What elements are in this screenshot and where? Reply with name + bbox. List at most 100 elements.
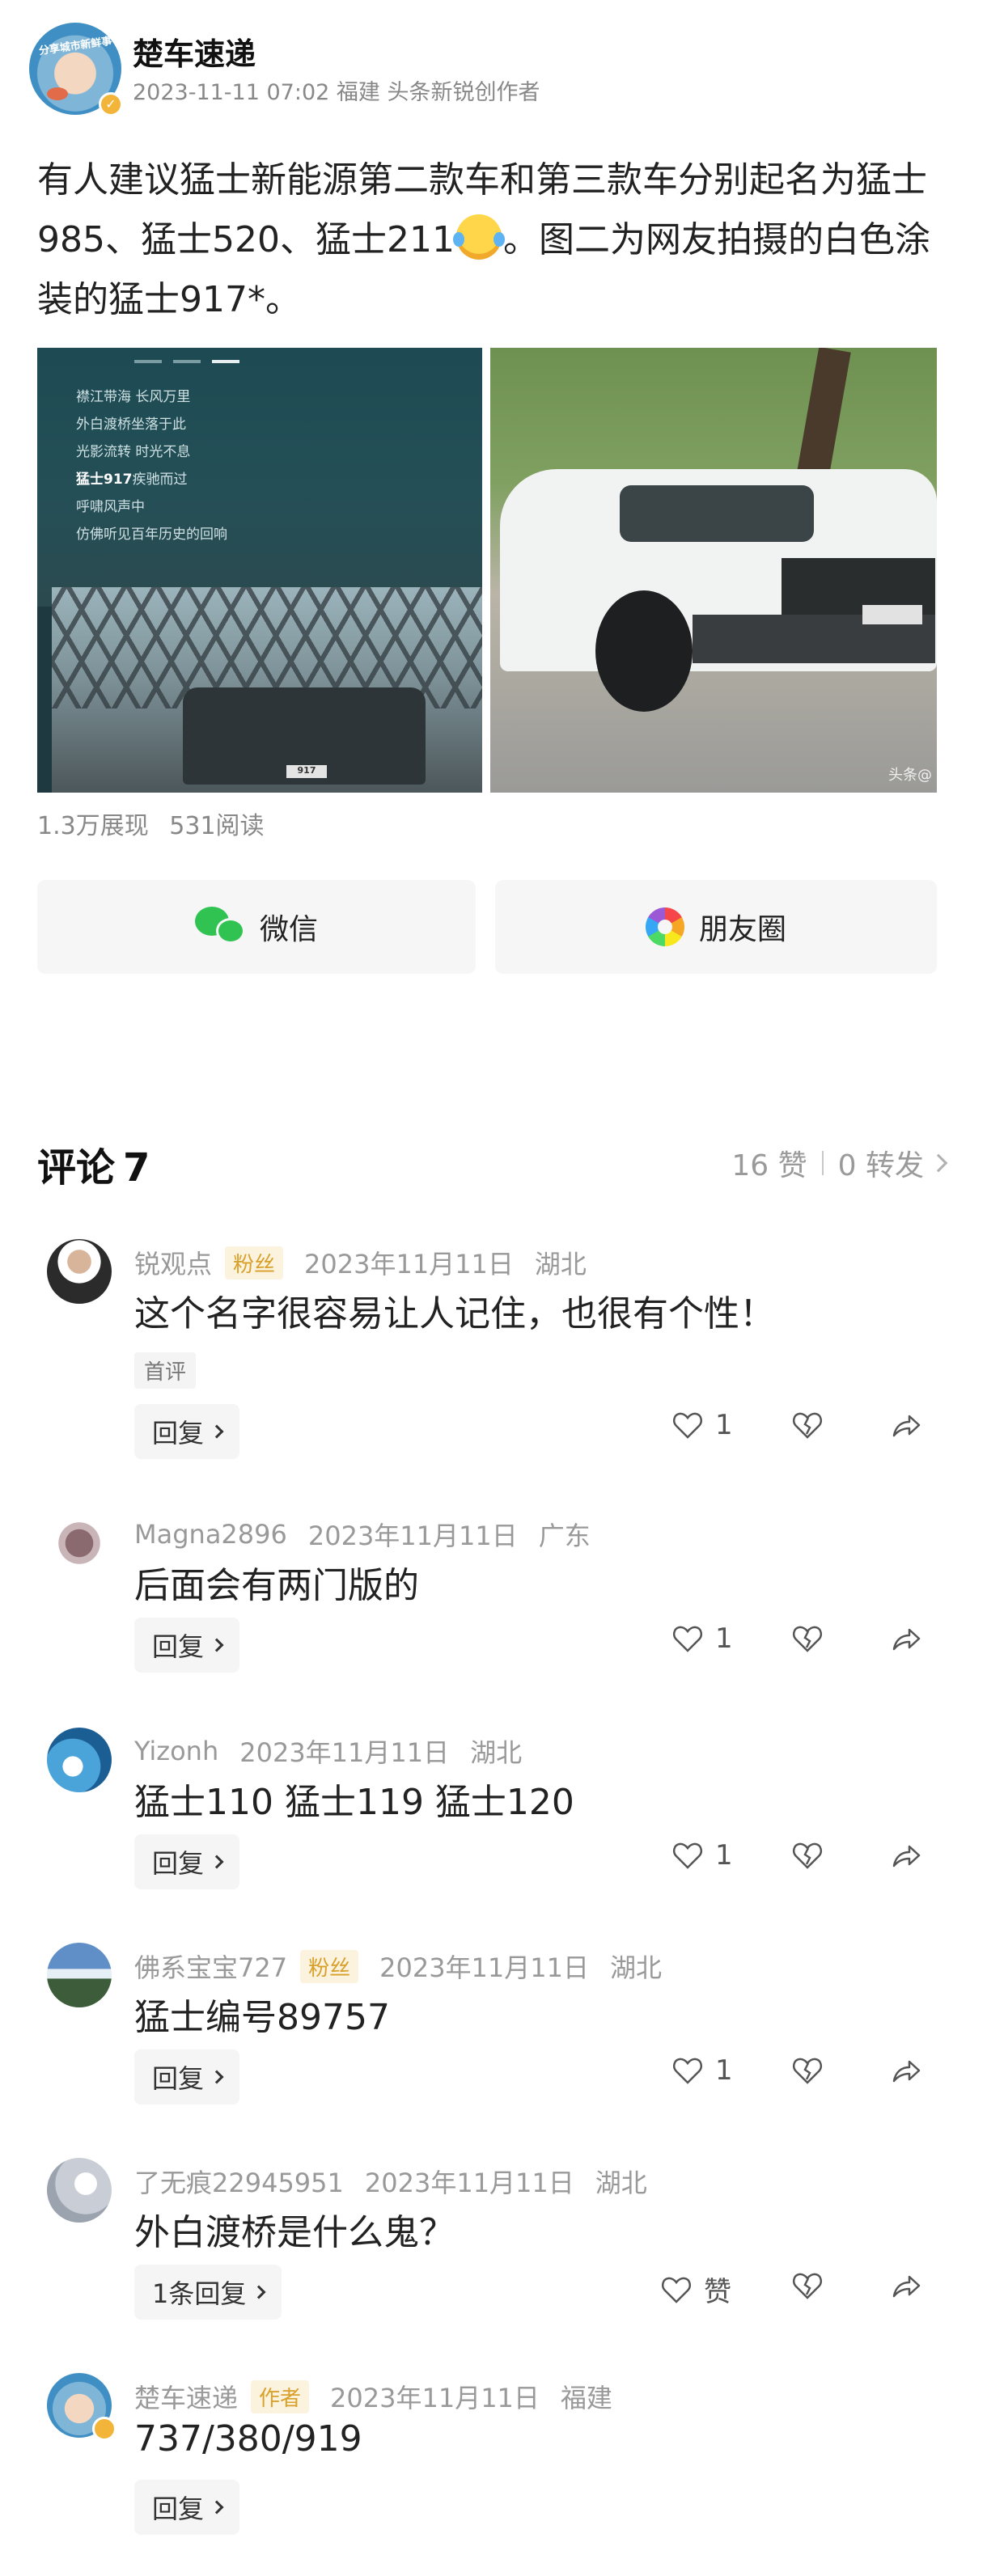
comment-username[interactable]: 楚车速递 bbox=[134, 2378, 238, 2415]
like-count: 1 bbox=[715, 2054, 733, 2087]
first-comment-tag: 首评 bbox=[134, 1352, 197, 1389]
share-icon[interactable] bbox=[890, 1622, 922, 1655]
stats-divider bbox=[821, 1151, 824, 1175]
comment-username[interactable]: Magna2896 bbox=[134, 1519, 287, 1550]
heart-icon bbox=[672, 1412, 703, 1439]
verified-badge-icon: ✓ bbox=[99, 92, 123, 116]
heart-icon bbox=[661, 2277, 692, 2303]
verified-badge-icon bbox=[92, 2417, 116, 2441]
heart-icon bbox=[672, 1842, 703, 1869]
reply-button[interactable]: 回复 bbox=[134, 1834, 240, 1889]
article-stats: 1.3万展现 531阅读 bbox=[37, 806, 277, 841]
article-image-1[interactable]: 襟江带海 长风万里 外白渡桥坐落于此 光影流转 时光不息 猛士917疾驰而过 呼… bbox=[37, 348, 482, 793]
comment-location: 湖北 bbox=[534, 1249, 587, 1280]
article-image-2[interactable]: 头条@ bbox=[490, 348, 937, 793]
chevron-right-icon bbox=[210, 2500, 224, 2515]
comment-username[interactable]: 了无痕22945951 bbox=[134, 2163, 344, 2200]
post-likes-count: 16 赞 bbox=[731, 1149, 807, 1182]
like-button[interactable]: 1 bbox=[671, 2054, 733, 2087]
broken-heart-icon[interactable] bbox=[791, 2269, 824, 2302]
comment-item: 了无痕22945951 2023年11月11日 湖北 外白渡桥是什么鬼？ 1条回… bbox=[0, 2158, 987, 2336]
comment-username[interactable]: 锐观点 bbox=[134, 1244, 212, 1281]
chevron-right-icon bbox=[252, 2285, 266, 2299]
comment-location: 福建 bbox=[560, 2383, 612, 2413]
poem-line: 光影流转 时光不息 bbox=[76, 444, 191, 460]
post-reposts-count: 0 转发 bbox=[837, 1149, 924, 1182]
reply-button[interactable]: 回复 bbox=[134, 1404, 240, 1459]
reply-label: 1条回复 bbox=[152, 2278, 247, 2309]
comment-date: 2023年11月11日 bbox=[364, 2168, 574, 2198]
avatar-ring-text: 分享城市新鲜事 bbox=[38, 35, 113, 58]
comment-meta: 楚车速递 作者 2023年11月11日 福建 bbox=[134, 2378, 612, 2415]
comment-actions: 赞 bbox=[661, 2269, 947, 2318]
broken-heart-icon[interactable] bbox=[791, 2054, 824, 2087]
reply-button[interactable]: 回复 bbox=[134, 2480, 240, 2535]
fan-badge: 粉丝 bbox=[225, 1246, 284, 1280]
comment-date: 2023年11月11日 bbox=[304, 1249, 514, 1280]
author-meta: 2023-11-11 07:02 福建 头条新锐创作者 bbox=[133, 80, 540, 105]
comment-item: 锐观点 粉丝 2023年11月11日 湖北 这个名字很容易让人记住，也很有个性！… bbox=[0, 1239, 987, 1482]
share-icon[interactable] bbox=[890, 1839, 922, 1872]
share-icon[interactable] bbox=[890, 1409, 922, 1441]
chevron-right-icon bbox=[210, 1638, 224, 1652]
reply-label: 回复 bbox=[152, 1848, 205, 1879]
poem-bold-suffix: 疾驰而过 bbox=[132, 472, 188, 488]
chevron-right-icon bbox=[210, 2070, 224, 2084]
comment-text: 猛士编号89757 bbox=[134, 1997, 390, 2038]
broken-heart-icon[interactable] bbox=[791, 1839, 824, 1872]
comment-date: 2023年11月11日 bbox=[379, 1952, 589, 1983]
comment-actions: 1 bbox=[671, 1409, 947, 1457]
comment-actions: 1 bbox=[671, 1622, 947, 1671]
heart-icon bbox=[672, 1626, 703, 1652]
reply-button[interactable]: 回复 bbox=[134, 1618, 240, 1673]
like-button[interactable]: 赞 bbox=[660, 2269, 731, 2309]
reply-button[interactable]: 回复 bbox=[134, 2049, 240, 2104]
comment-meta: 了无痕22945951 2023年11月11日 湖北 bbox=[134, 2163, 647, 2200]
reply-label: 回复 bbox=[152, 2494, 205, 2524]
reply-label: 回复 bbox=[152, 1631, 205, 1662]
comment-actions: 1 bbox=[671, 1839, 947, 1888]
share-moments-button[interactable]: 朋友圈 bbox=[495, 880, 937, 974]
like-button[interactable]: 1 bbox=[671, 1839, 733, 1872]
comment-meta: Yizonh 2023年11月11日 湖北 bbox=[134, 1732, 522, 1770]
comment-meta: 佛系宝宝727 粉丝 2023年11月11日 湖北 bbox=[134, 1948, 662, 1985]
avatar[interactable] bbox=[47, 1239, 112, 1304]
comments-title-label: 评论 bbox=[37, 1145, 116, 1191]
comment-text: 外白渡桥是什么鬼？ bbox=[134, 2212, 455, 2253]
comment-text: 后面会有两门版的 bbox=[134, 1565, 419, 1606]
suv-plate-graphic bbox=[862, 605, 922, 624]
comment-text: 737/380/919 bbox=[134, 2418, 362, 2460]
author-name[interactable]: 楚车速递 bbox=[133, 29, 256, 74]
poem-line: 猛士917疾驰而过 bbox=[76, 466, 227, 493]
comment-username[interactable]: Yizonh bbox=[134, 1736, 218, 1766]
comments-stats[interactable]: 16 赞 0 转发 bbox=[731, 1142, 948, 1184]
license-plate: 917 bbox=[286, 765, 327, 778]
comment-location: 湖北 bbox=[470, 1737, 523, 1768]
like-count: 1 bbox=[715, 1409, 733, 1441]
fan-badge: 粉丝 bbox=[300, 1949, 359, 1983]
like-button[interactable]: 1 bbox=[671, 1622, 733, 1655]
like-button[interactable]: 1 bbox=[671, 1409, 733, 1441]
author-badge: 作者 bbox=[251, 2379, 310, 2413]
share-icon[interactable] bbox=[890, 2269, 922, 2302]
avatar[interactable] bbox=[47, 1728, 112, 1792]
image-1-page-indicator bbox=[134, 351, 251, 366]
share-icon[interactable] bbox=[890, 2054, 922, 2087]
broken-heart-icon[interactable] bbox=[791, 1622, 824, 1655]
article-text: 有人建议猛士新能源第二款车和第三款车分别起名为猛士985、猛士520、猛士211… bbox=[37, 150, 951, 330]
replies-button[interactable]: 1条回复 bbox=[134, 2265, 282, 2320]
avatar-fish-graphic bbox=[47, 87, 68, 100]
avatar[interactable] bbox=[47, 2158, 112, 2223]
share-wechat-button[interactable]: 微信 bbox=[37, 880, 476, 974]
broken-heart-icon[interactable] bbox=[791, 1409, 824, 1441]
like-count: 1 bbox=[715, 1622, 733, 1655]
comment-meta: 锐观点 粉丝 2023年11月11日 湖北 bbox=[134, 1244, 587, 1281]
comment-username[interactable]: 佛系宝宝727 bbox=[134, 1948, 287, 1985]
comment-item: 佛系宝宝727 粉丝 2023年11月11日 湖北 猛士编号89757 回复 1 bbox=[0, 1943, 987, 2121]
avatar[interactable] bbox=[47, 1943, 112, 2007]
comment-item: Yizonh 2023年11月11日 湖北 猛士110 猛士119 猛士120 … bbox=[0, 1728, 987, 1906]
chevron-right-icon bbox=[929, 1153, 948, 1173]
avatar[interactable] bbox=[47, 1511, 112, 1576]
image-watermark: 头条@ bbox=[888, 767, 932, 784]
share-moments-label: 朋友圈 bbox=[698, 913, 786, 946]
